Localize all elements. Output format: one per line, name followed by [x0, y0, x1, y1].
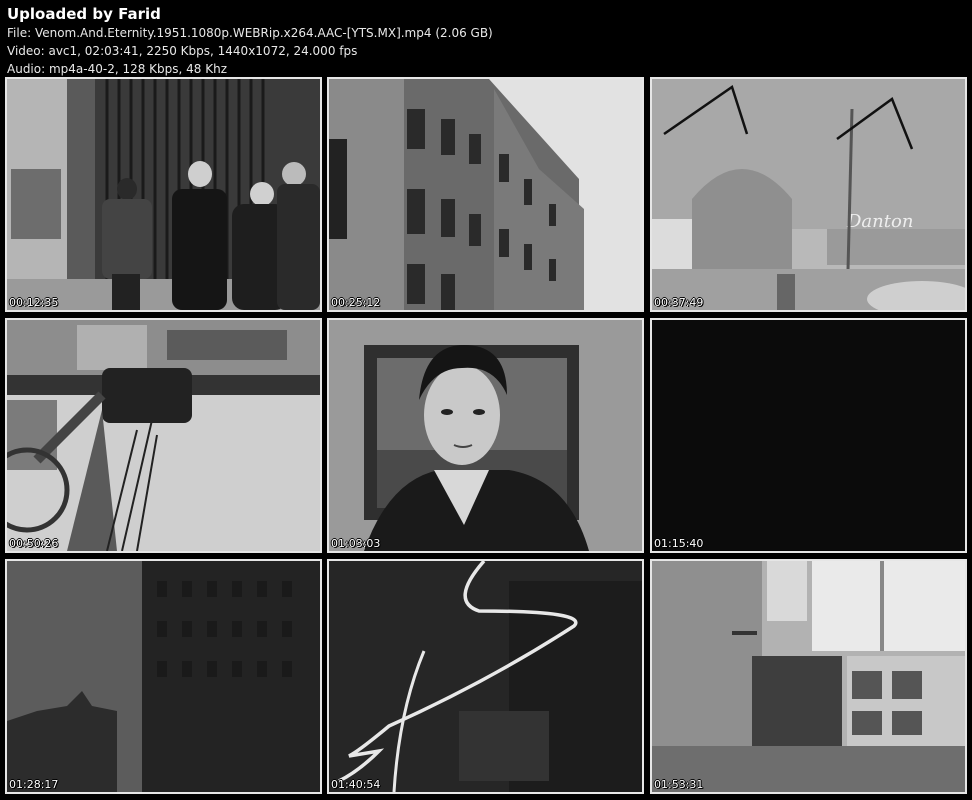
thumbnail-1[interactable]: 00:12:35 [5, 77, 322, 312]
timestamp-label: 00:25:12 [331, 296, 381, 309]
frame-light-trail [329, 561, 642, 792]
audio-info: Audio: mp4a-40-2, 128 Kbps, 48 Khz [7, 62, 228, 76]
frame-young-man-portrait [329, 320, 642, 551]
timestamp-label: 01:53:31 [654, 778, 704, 791]
frame-room-interior [652, 561, 965, 792]
timestamp-label: 00:12:35 [9, 296, 59, 309]
frame-street-corner: Danton [652, 79, 965, 310]
video-info: Video: avc1, 02:03:41, 2250 Kbps, 1440x1… [7, 44, 358, 58]
thumbnail-8[interactable]: 01:40:54 [327, 559, 644, 794]
file-info: File: Venom.And.Eternity.1951.1080p.WEBR… [7, 26, 493, 40]
thumbnail-grid: 00:12:35 00:25:12 Danton 00:37:49 00:50:… [5, 77, 967, 795]
frame-black [652, 320, 965, 551]
thumbnail-6[interactable]: 01:15:40 [650, 318, 967, 553]
timestamp-label: 01:28:17 [9, 778, 59, 791]
thumbnail-9[interactable]: 01:53:31 [650, 559, 967, 794]
frame-dark-skyline [7, 561, 320, 792]
thumbnail-2[interactable]: 00:25:12 [327, 77, 644, 312]
uploader-title: Uploaded by Farid [7, 5, 161, 23]
shop-sign: Danton [846, 211, 913, 232]
thumbnail-3[interactable]: Danton 00:37:49 [650, 77, 967, 312]
timestamp-label: 00:37:49 [654, 296, 704, 309]
frame-overturned-machinery [7, 320, 320, 551]
timestamp-label: 01:40:54 [331, 778, 381, 791]
timestamp-label: 00:50:26 [9, 537, 59, 550]
frame-street-pedestrians [7, 79, 320, 310]
timestamp-label: 01:15:40 [654, 537, 704, 550]
thumbnail-7[interactable]: 01:28:17 [5, 559, 322, 794]
header-info: Uploaded by Farid File: Venom.And.Eterni… [7, 4, 965, 78]
timestamp-label: 01:03:03 [331, 537, 381, 550]
frame-apartment-building [329, 79, 642, 310]
thumbnail-5[interactable]: 01:03:03 [327, 318, 644, 553]
thumbnail-4[interactable]: 00:50:26 [5, 318, 322, 553]
